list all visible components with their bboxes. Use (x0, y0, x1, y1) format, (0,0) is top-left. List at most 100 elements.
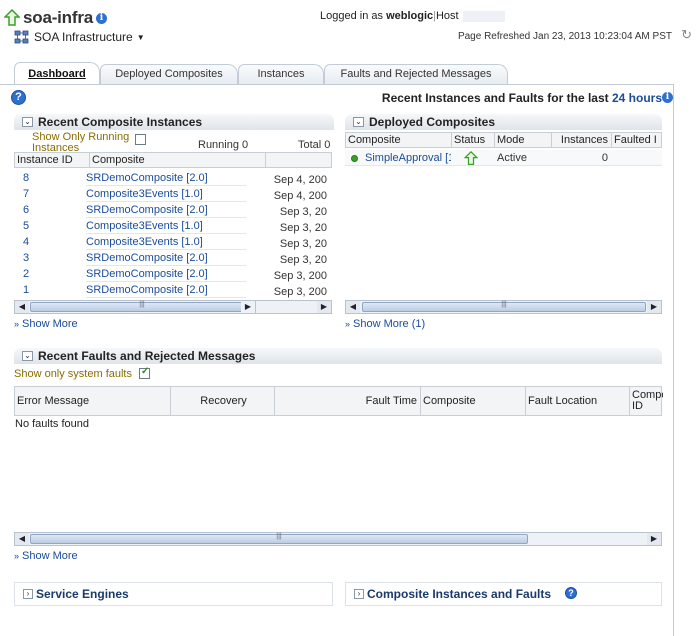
col-status[interactable]: Status (452, 133, 495, 148)
scroll-left-icon[interactable]: ◀ (15, 533, 29, 545)
help-icon[interactable]: ? (11, 90, 26, 105)
composite-link[interactable]: SimpleApproval [1 (365, 150, 451, 166)
up-status-icon (4, 9, 20, 26)
system-faults-checkbox[interactable] (139, 366, 150, 379)
tab-deployed-composites[interactable]: Deployed Composites (100, 64, 238, 84)
table-row[interactable]: 2 SRDemoComposite [2.0] Sep 3, 200 (14, 266, 332, 282)
table-row[interactable]: 1 SRDemoComposite [2.0] Sep 3, 200 (14, 282, 332, 298)
scroll-right-icon[interactable]: ▶ (647, 533, 661, 545)
scroll-divider (255, 301, 256, 313)
col-fault-time[interactable]: Fault Time (275, 387, 421, 416)
double-chevron-icon: » (14, 551, 20, 561)
mode-value: Active (497, 152, 527, 164)
collapse-icon[interactable]: ⌄ (353, 117, 364, 127)
tab-dashboard[interactable]: Dashboard (14, 62, 100, 84)
collapse-icon[interactable]: ⌄ (22, 117, 33, 127)
composite-link[interactable]: SRDemoComposite [2.0] (86, 202, 246, 218)
table-row[interactable]: 6 SRDemoComposite [2.0] Sep 3, 20 (14, 202, 332, 218)
info-icon[interactable]: i (96, 12, 107, 24)
service-engines-panel: › Service Engines (14, 582, 333, 606)
col-error-message[interactable]: Error Message (15, 387, 171, 416)
table-row[interactable]: 8 SRDemoComposite [2.0] Sep 4, 200 (14, 170, 332, 186)
tab-instances[interactable]: Instances (238, 64, 324, 84)
instance-id-link[interactable]: 8 (23, 170, 83, 186)
scroll-right-icon-2[interactable]: ▶ (317, 301, 331, 313)
instance-id-link[interactable]: 2 (23, 266, 83, 282)
table-row[interactable]: 7 Composite3Events [1.0] Sep 4, 200 (14, 186, 332, 202)
host-label: Host (435, 10, 459, 22)
table-row[interactable]: SimpleApproval [1 Active 0 (345, 150, 662, 166)
show-more-label: Show More (22, 318, 78, 330)
instance-id-link[interactable]: 5 (23, 218, 83, 234)
composite-link[interactable]: Composite3Events [1.0] (86, 186, 246, 202)
table-row[interactable]: 4 Composite3Events [1.0] Sep 3, 20 (14, 234, 332, 250)
page-refreshed-text: Page Refreshed Jan 23, 2013 10:23:04 AM … (457, 31, 672, 42)
composite-link[interactable]: SRDemoComposite [2.0] (86, 266, 246, 282)
refresh-icon[interactable]: ↻ (681, 27, 692, 43)
instance-id-link[interactable]: 6 (23, 202, 83, 218)
running-count: Running 0 (198, 139, 249, 151)
instance-date: Sep 3, 200 (273, 286, 327, 298)
scroll-left-icon[interactable]: ◀ (346, 301, 360, 313)
scroll-right-icon[interactable]: ▶ (647, 301, 661, 313)
scroll-left-icon[interactable]: ◀ (15, 301, 29, 313)
composite-link[interactable]: SRDemoComposite [2.0] (86, 170, 246, 186)
col-fault-location[interactable]: Fault Location (526, 387, 630, 416)
recent-faults-panel: ⌄ Recent Faults and Rejected Messages Sh… (14, 348, 663, 566)
col-composite[interactable]: Composite (421, 387, 526, 416)
tab-divider (0, 84, 674, 85)
infra-menu-label: SOA Infrastructure (34, 30, 133, 44)
col-component-id[interactable]: CompoID (630, 387, 663, 416)
col-instance-id[interactable]: Instance ID (15, 153, 90, 168)
scroll-right-icon[interactable]: ▶ (241, 301, 255, 313)
total-count: Total 0 (298, 139, 331, 151)
recent-instances-title: Recent Composite Instances (38, 115, 203, 129)
faults-show-more[interactable]: » Show More (14, 550, 78, 562)
instances-show-more[interactable]: » Show More (14, 318, 78, 330)
instance-id-link[interactable]: 3 (23, 250, 83, 266)
service-engines-title[interactable]: Service Engines (36, 587, 129, 601)
scroll-thumb[interactable]: ||| (30, 301, 254, 312)
help-icon[interactable]: ? (565, 587, 577, 599)
composite-link[interactable]: SRDemoComposite [2.0] (86, 282, 246, 298)
instances-value: 0 (601, 152, 608, 164)
instance-id-link[interactable]: 7 (23, 186, 83, 202)
composite-link[interactable]: Composite3Events [1.0] (86, 218, 246, 234)
recent-range-value[interactable]: 24 hours (612, 91, 662, 105)
show-more-label: Show More (22, 550, 78, 562)
col-component-id-line2: ID (632, 400, 643, 412)
scroll-thumb[interactable]: ||| (362, 301, 646, 312)
tab-faults-rejected[interactable]: Faults and Rejected Messages (324, 64, 508, 84)
deployed-hscrollbar[interactable]: ◀ ||| ▶ (345, 300, 662, 314)
range-info-icon[interactable]: i (662, 92, 673, 103)
instances-table-header: Instance ID Composite (14, 152, 332, 168)
instance-id-link[interactable]: 1 (23, 282, 83, 298)
table-row[interactable]: 5 Composite3Events [1.0] Sep 3, 20 (14, 218, 332, 234)
col-mode[interactable]: Mode (495, 133, 552, 148)
col-composite[interactable]: Composite (90, 153, 266, 168)
instance-id-link[interactable]: 4 (23, 234, 83, 250)
instances-hscrollbar[interactable]: ◀ ||| ▶ ▶ (14, 300, 332, 314)
soa-infrastructure-menu[interactable]: SOA Infrastructure ▼ (14, 30, 145, 44)
collapse-icon[interactable]: ⌄ (22, 351, 33, 361)
scroll-thumb[interactable]: ||| (30, 533, 528, 544)
col-recovery[interactable]: Recovery (171, 387, 275, 416)
faults-hscrollbar[interactable]: ◀ ||| ▶ (14, 532, 662, 546)
deployed-show-more[interactable]: » Show More (1) (345, 318, 425, 330)
col-instances[interactable]: Instances (552, 133, 612, 148)
col-faulted[interactable]: Faulted I (612, 133, 663, 148)
deployed-table-header: Composite Status Mode Instances Faulted … (345, 132, 662, 148)
infrastructure-icon (14, 30, 29, 44)
expand-icon[interactable]: › (354, 589, 364, 599)
faults-empty-text: No faults found (15, 418, 89, 430)
recent-instances-header: ⌄ Recent Composite Instances (14, 114, 334, 130)
composite-link[interactable]: Composite3Events [1.0] (86, 234, 246, 250)
table-row[interactable]: 3 SRDemoComposite [2.0] Sep 3, 20 (14, 250, 332, 266)
expand-icon[interactable]: › (23, 589, 33, 599)
show-running-checkbox[interactable] (135, 134, 146, 145)
composite-faults-title[interactable]: Composite Instances and Faults (367, 587, 551, 601)
recent-instances-panel: ⌄ Recent Composite Instances Show Only R… (14, 114, 334, 330)
composite-link[interactable]: SRDemoComposite [2.0] (86, 250, 246, 266)
col-composite[interactable]: Composite (346, 133, 452, 148)
show-running-label: Show Only Running Instances (32, 132, 130, 154)
